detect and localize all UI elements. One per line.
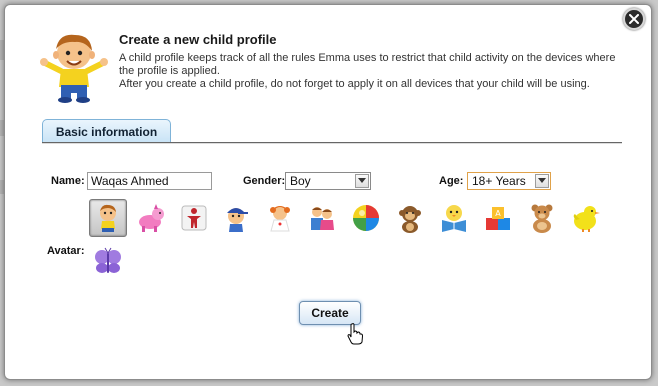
hand-cursor-icon <box>347 323 363 345</box>
chevron-down-icon <box>355 174 369 188</box>
svg-text:A: A <box>495 209 501 218</box>
girl-avatar-icon[interactable] <box>261 199 299 237</box>
gender-selected-value: Boy <box>290 174 311 188</box>
dialog-title: Create a new child profile <box>119 32 277 47</box>
gender-select[interactable]: Boy <box>285 172 371 190</box>
chevron-down-icon <box>535 174 549 188</box>
name-input[interactable] <box>87 172 212 190</box>
teddy-bear-avatar-icon[interactable] <box>523 199 561 237</box>
dialog-description: A child profile keeps track of all the r… <box>119 52 619 91</box>
monkey-avatar-icon[interactable] <box>391 199 429 237</box>
two-kids-avatar-icon[interactable] <box>303 199 341 237</box>
boy-avatar-icon[interactable] <box>89 199 127 237</box>
gender-label: Gender: <box>243 175 286 187</box>
close-button[interactable] <box>623 8 645 30</box>
create-child-profile-dialog: Create a new child profile A child profi… <box>4 4 652 380</box>
tab-divider-shadow <box>42 143 622 144</box>
age-label: Age: <box>439 175 464 187</box>
boy-cap-avatar-icon[interactable] <box>217 199 255 237</box>
description-line-1: A child profile keeps track of all the r… <box>119 52 616 77</box>
butterfly-avatar-icon[interactable] <box>89 243 127 281</box>
tab-basic-information[interactable]: Basic information <box>42 119 171 143</box>
age-selected-value: 18+ Years <box>472 174 526 188</box>
description-line-2: After you create a child profile, do not… <box>119 78 590 90</box>
name-label: Name: <box>51 175 85 187</box>
ball-avatar-icon[interactable] <box>347 199 385 237</box>
chick-avatar-icon[interactable] <box>567 199 605 237</box>
figure-avatar-icon[interactable] <box>175 199 213 237</box>
age-select[interactable]: 18+ Years <box>467 172 551 190</box>
avatar-label: Avatar: <box>47 245 85 257</box>
close-icon <box>629 14 639 24</box>
toy-blocks-avatar-icon[interactable]: A <box>479 199 517 237</box>
pink-horse-avatar-icon[interactable] <box>131 199 169 237</box>
reading-chick-avatar-icon[interactable] <box>435 199 473 237</box>
create-button[interactable]: Create <box>299 301 361 325</box>
child-mascot-icon <box>40 34 108 103</box>
